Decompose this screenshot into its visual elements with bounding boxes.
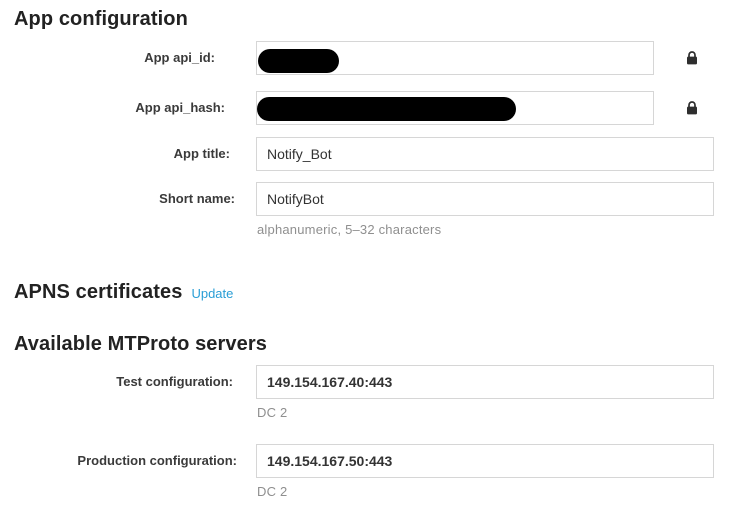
form-row-api-hash: App api_hash: — [14, 91, 752, 125]
form-row-production-configuration: Production configuration: DC 2 — [14, 444, 752, 499]
app-title-field — [256, 137, 714, 171]
production-dc-hint: DC 2 — [256, 484, 714, 499]
section-title-apns: APNS certificates — [14, 279, 182, 305]
short-name-hint: alphanumeric, 5–32 characters — [256, 222, 714, 237]
form-row-api-id: App api_id: — [14, 41, 752, 75]
api-id-label: App api_id: — [14, 41, 244, 75]
short-name-label: Short name: — [14, 182, 244, 216]
form-row-short-name: Short name: alphanumeric, 5–32 character… — [14, 182, 752, 237]
app-title-input[interactable] — [256, 137, 714, 171]
short-name-input[interactable] — [256, 182, 714, 216]
short-name-field: alphanumeric, 5–32 characters — [256, 182, 714, 237]
apns-section-header: APNS certificates Update — [14, 279, 752, 305]
update-link[interactable]: Update — [191, 286, 233, 301]
page-title: App configuration — [14, 6, 752, 32]
test-configuration-label: Test configuration: — [14, 365, 244, 399]
app-title-label: App title: — [14, 137, 244, 171]
test-configuration-input[interactable] — [256, 365, 714, 399]
lock-icon — [686, 51, 698, 65]
production-configuration-input[interactable] — [256, 444, 714, 478]
redaction-overlay — [258, 49, 339, 73]
form-row-app-title: App title: — [14, 137, 752, 171]
production-configuration-label: Production configuration: — [14, 444, 244, 478]
api-hash-label: App api_hash: — [14, 91, 244, 125]
app-configuration-page: App configuration App api_id: App api_ha… — [0, 6, 752, 499]
api-id-field — [256, 41, 654, 75]
test-configuration-field: DC 2 — [256, 365, 714, 420]
test-dc-hint: DC 2 — [256, 405, 714, 420]
section-title-mtproto: Available MTProto servers — [14, 331, 752, 357]
form-row-test-configuration: Test configuration: DC 2 — [14, 365, 752, 420]
lock-icon — [686, 101, 698, 115]
api-hash-field — [256, 91, 654, 125]
production-configuration-field: DC 2 — [256, 444, 714, 499]
redaction-overlay — [257, 97, 516, 121]
